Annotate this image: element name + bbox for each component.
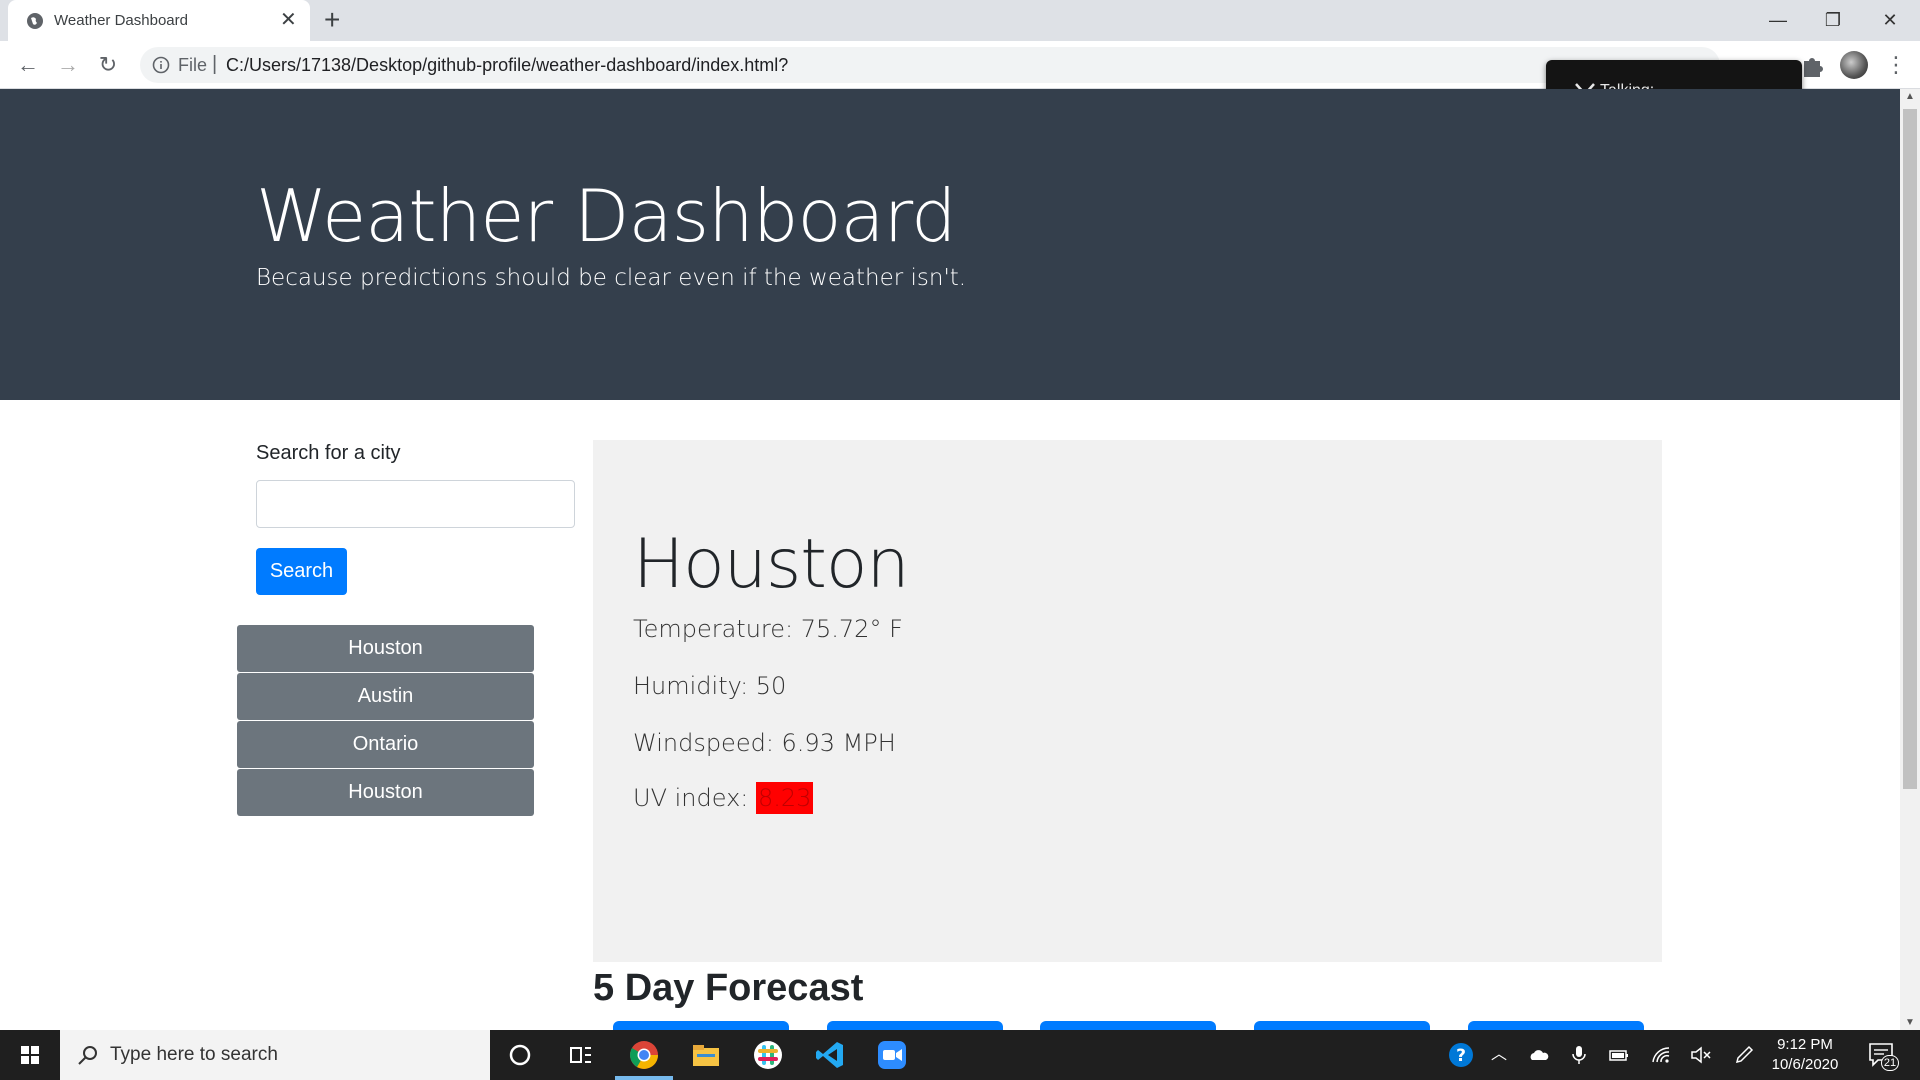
current-uv-row: UV index: 8.23 <box>633 782 814 814</box>
browser-tabstrip: Weather Dashboard ✕ + — ❐ ✕ <box>0 0 1920 41</box>
header-jumbotron: Weather Dashboard Because predictions sh… <box>0 89 1900 400</box>
file-explorer-icon[interactable] <box>689 1038 723 1072</box>
volume-muted-icon[interactable] <box>1690 1044 1712 1066</box>
scroll-up-arrow-icon[interactable]: ▲ <box>1905 91 1915 102</box>
forward-button[interactable]: → <box>54 51 82 79</box>
taskbar-search-placeholder: Type here to search <box>110 1044 278 1065</box>
page-scrollbar[interactable]: ▲ ▼ <box>1900 89 1920 1030</box>
uv-value-badge: 8.23 <box>756 782 814 814</box>
search-history-list: Houston Austin Ontario Houston <box>237 625 534 817</box>
pen-ink-icon[interactable] <box>1733 1044 1755 1066</box>
forecast-card <box>1254 1021 1430 1030</box>
notification-center-icon[interactable]: 21 <box>1866 1040 1899 1071</box>
search-icon <box>78 1046 97 1065</box>
search-button[interactable]: Search <box>256 548 347 595</box>
current-city-name: Houston <box>633 525 910 604</box>
zoom-icon[interactable] <box>875 1038 909 1072</box>
windows-start-icon[interactable] <box>0 1030 60 1080</box>
extensions-puzzle-icon[interactable] <box>1798 51 1826 79</box>
window-minimize-button[interactable]: — <box>1758 6 1798 34</box>
active-app-indicator <box>615 1076 673 1080</box>
browser-menu-icon[interactable]: ⋮ <box>1885 51 1907 79</box>
scrollbar-thumb[interactable] <box>1903 109 1917 789</box>
profile-avatar[interactable] <box>1840 51 1868 79</box>
page-tagline: Because predictions should be clear even… <box>256 265 967 291</box>
slack-icon[interactable] <box>751 1038 785 1072</box>
windows-taskbar: Type here to search ? ︿ 9:12 PM 10/6/202… <box>0 1030 1920 1080</box>
battery-icon[interactable] <box>1608 1044 1630 1066</box>
browser-tab[interactable]: Weather Dashboard ✕ <box>8 0 310 41</box>
forecast-card <box>613 1021 789 1030</box>
back-button[interactable]: ← <box>14 51 42 79</box>
forecast-card <box>1040 1021 1216 1030</box>
info-icon[interactable] <box>152 56 170 74</box>
url-separator: | <box>212 53 218 75</box>
taskbar-clock[interactable]: 9:12 PM 10/6/2020 <box>1760 1035 1850 1075</box>
forecast-card <box>1468 1021 1644 1030</box>
window-close-button[interactable]: ✕ <box>1870 6 1910 34</box>
address-bar[interactable]: File | C:/Users/17138/Desktop/github-pro… <box>140 47 1720 83</box>
task-view-icon[interactable] <box>563 1038 597 1072</box>
tray-expand-chevron-icon[interactable]: ︿ <box>1488 1044 1510 1066</box>
tab-title: Weather Dashboard <box>54 12 188 29</box>
globe-icon <box>27 13 43 29</box>
forecast-card <box>827 1021 1003 1030</box>
history-city-button[interactable]: Ontario <box>237 721 534 768</box>
clock-date: 10/6/2020 <box>1771 1056 1839 1073</box>
url-scheme: File <box>178 55 208 75</box>
page-title: Weather Dashboard <box>256 174 957 258</box>
svg-text:?: ? <box>1456 1046 1466 1066</box>
reload-button[interactable]: ↻ <box>94 51 122 79</box>
microphone-icon[interactable] <box>1568 1044 1590 1066</box>
current-temperature: Temperature: 75.72° F <box>633 615 903 643</box>
vscode-icon[interactable] <box>813 1038 847 1072</box>
url-text[interactable]: C:/Users/17138/Desktop/github-profile/we… <box>226 55 788 76</box>
tab-close-icon[interactable]: ✕ <box>280 8 297 32</box>
history-city-button[interactable]: Houston <box>237 769 534 816</box>
new-tab-button[interactable]: + <box>324 6 340 34</box>
scroll-down-arrow-icon[interactable]: ▼ <box>1905 1017 1915 1028</box>
current-humidity: Humidity: 50 <box>633 672 787 700</box>
cortana-icon[interactable] <box>503 1038 537 1072</box>
chrome-icon[interactable] <box>627 1038 661 1072</box>
window-restore-button[interactable]: ❐ <box>1813 6 1853 34</box>
history-city-button[interactable]: Houston <box>237 625 534 672</box>
current-weather-panel: Houston Temperature: 75.72° F Humidity: … <box>593 440 1662 962</box>
city-search-input[interactable] <box>256 480 575 528</box>
wifi-icon[interactable] <box>1650 1044 1672 1066</box>
clock-time: 9:12 PM <box>1777 1036 1833 1053</box>
onedrive-cloud-icon[interactable] <box>1528 1044 1550 1066</box>
forecast-heading: 5 Day Forecast <box>593 967 864 1009</box>
page-viewport: Weather Dashboard Because predictions sh… <box>0 89 1900 1030</box>
taskbar-search-box[interactable]: Type here to search <box>60 1030 490 1080</box>
notification-count-badge: 21 <box>1881 1055 1899 1071</box>
uv-label: UV index: <box>633 784 756 812</box>
search-label: Search for a city <box>256 442 401 464</box>
current-windspeed: Windspeed: 6.93 MPH <box>633 729 896 757</box>
history-city-button[interactable]: Austin <box>237 673 534 720</box>
help-icon[interactable]: ? <box>1448 1042 1474 1068</box>
